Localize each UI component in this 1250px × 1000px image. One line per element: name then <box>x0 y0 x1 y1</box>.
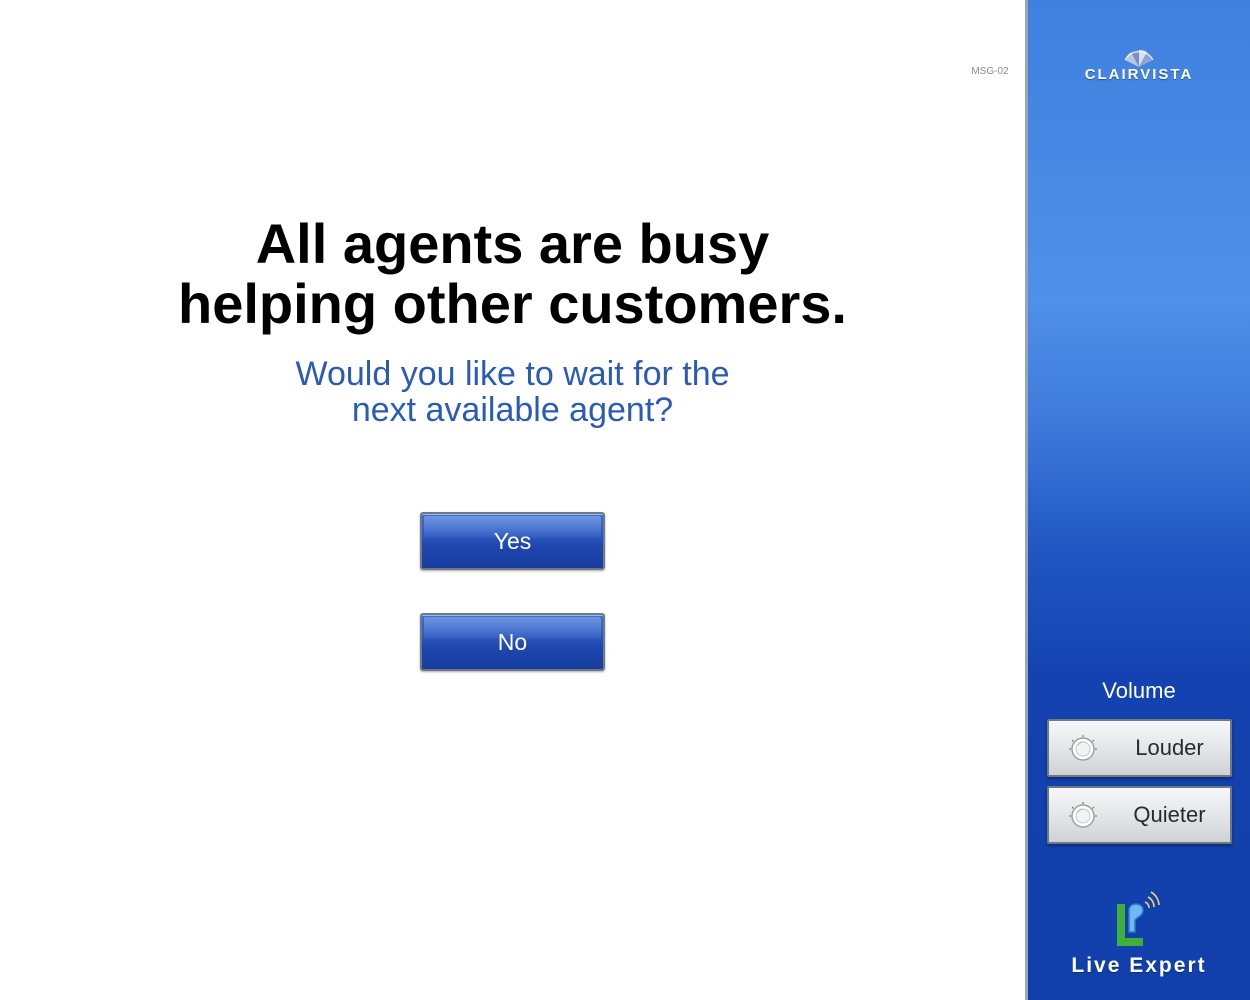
question-line: next available agent? <box>351 391 674 429</box>
yes-button[interactable]: Yes <box>420 512 605 570</box>
louder-label: Louder <box>1135 735 1204 760</box>
yes-button-label: Yes <box>493 527 532 554</box>
headline-line: helping other customers. <box>178 272 847 335</box>
live-expert-icon <box>1117 891 1160 946</box>
volume-label: Volume <box>1102 678 1176 703</box>
headline-line: All agents are busy <box>255 212 770 275</box>
quieter-label: Quieter <box>1133 802 1206 827</box>
louder-button[interactable]: Louder <box>1047 719 1232 777</box>
no-button-label: No <box>497 628 528 655</box>
clairvista-logo: ClairVista <box>1028 46 1250 83</box>
clairvista-fan-icon <box>1124 49 1154 67</box>
live-expert-logo: Live Expert <box>1028 888 1250 978</box>
knob-icon <box>1069 802 1097 828</box>
wait-question: Would you like to wait for the next avai… <box>0 356 1025 428</box>
headline: All agents are busy helping other custom… <box>0 214 1025 334</box>
product-name: Live Expert <box>1071 954 1207 977</box>
main-panel: MSG-02 All agents are busy helping other… <box>0 0 1025 1000</box>
knob-icon <box>1069 735 1097 761</box>
sidebar: ClairVista Volume Louder Quieter <box>1025 0 1250 1000</box>
screen-code: MSG-02 <box>971 66 1009 77</box>
brand-name: ClairVista <box>1084 66 1194 83</box>
quieter-button[interactable]: Quieter <box>1047 786 1232 844</box>
no-button[interactable]: No <box>420 613 605 671</box>
question-line: Would you like to wait for the <box>295 355 730 393</box>
